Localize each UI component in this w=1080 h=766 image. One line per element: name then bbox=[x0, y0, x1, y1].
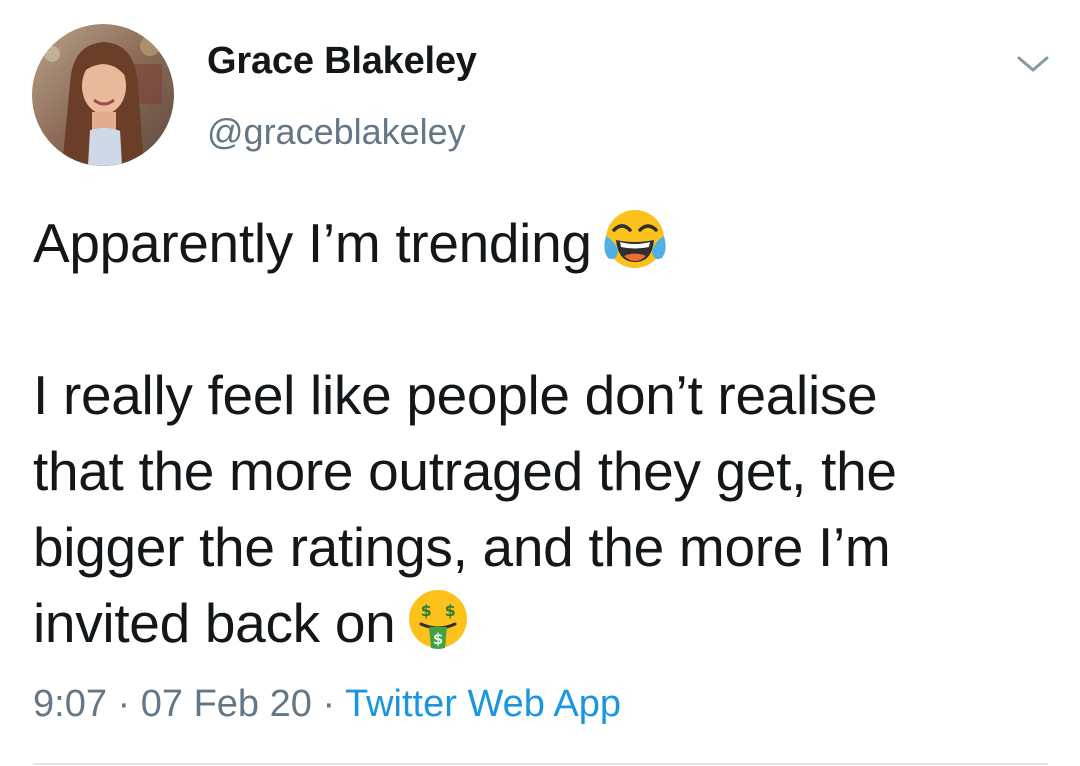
more-options-button[interactable] bbox=[1010, 44, 1056, 84]
tweet-source-link[interactable]: Twitter Web App bbox=[345, 683, 621, 725]
tweet-line: Apparently I’m trending bbox=[33, 205, 1043, 281]
money-mouth-face-icon: $ $ $ bbox=[405, 586, 471, 652]
chevron-down-icon bbox=[1017, 56, 1049, 72]
tweet-line-text: bigger the ratings, and the more I’m bbox=[33, 516, 891, 578]
avatar-photo bbox=[32, 24, 174, 166]
display-name[interactable]: Grace Blakeley bbox=[207, 40, 477, 83]
tweet-line-text: I really feel like people don’t realise bbox=[33, 364, 878, 426]
tweet-line: I really feel like people don’t realise bbox=[33, 357, 1043, 433]
handle[interactable]: @graceblakeley bbox=[207, 111, 466, 153]
tweet-line: invited back on $ $ $ bbox=[33, 585, 1043, 661]
tweet-card: Grace Blakeley @graceblakeley Apparently… bbox=[0, 0, 1080, 766]
svg-text:$: $ bbox=[421, 601, 432, 620]
tweet-line-text: that the more outraged they get, the bbox=[33, 440, 897, 502]
tweet-line-text: invited back on bbox=[33, 592, 396, 654]
avatar[interactable] bbox=[32, 24, 174, 166]
meta-separator: · bbox=[117, 683, 131, 725]
tweet-time[interactable]: 9:07 bbox=[33, 683, 107, 725]
svg-text:$: $ bbox=[445, 601, 456, 620]
tweet-line-text: Apparently I’m trending bbox=[33, 212, 592, 274]
divider bbox=[33, 763, 1048, 765]
meta-separator: · bbox=[322, 683, 336, 725]
tweet-text: Apparently I’m trending I really feel li… bbox=[33, 205, 1043, 661]
face-with-tears-of-joy-icon bbox=[602, 206, 668, 272]
tweet-metadata: 9:07 · 07 Feb 20 · Twitter Web App bbox=[33, 683, 621, 726]
svg-text:$: $ bbox=[433, 630, 443, 648]
tweet-line: bigger the ratings, and the more I’m bbox=[33, 509, 1043, 585]
tweet-line: that the more outraged they get, the bbox=[33, 433, 1043, 509]
tweet-date[interactable]: 07 Feb 20 bbox=[141, 683, 312, 725]
